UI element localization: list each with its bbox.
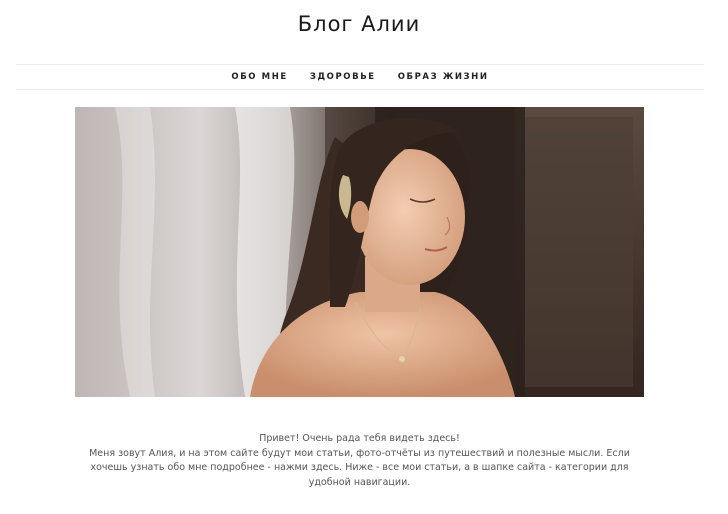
nav-item-health[interactable]: ЗДОРОВЬЕ bbox=[310, 72, 376, 82]
main-nav: ОБО МНЕ ЗДОРОВЬЕ ОБРАЗ ЖИЗНИ bbox=[16, 64, 704, 90]
intro-greeting: Привет! Очень рада тебя видеть здесь! bbox=[259, 433, 460, 444]
intro-text: Привет! Очень рада тебя видеть здесь! Ме… bbox=[75, 432, 644, 490]
portrait-photo bbox=[75, 107, 644, 397]
nav-item-lifestyle[interactable]: ОБРАЗ ЖИЗНИ bbox=[398, 72, 489, 82]
site-header: Блог Алии bbox=[0, 0, 728, 64]
nav-item-about[interactable]: ОБО МНЕ bbox=[231, 72, 287, 82]
hero-image bbox=[75, 107, 644, 397]
site-title[interactable]: Блог Алии bbox=[0, 10, 718, 38]
intro-body: Меня зовут Алия, и на этом сайте будут м… bbox=[89, 447, 630, 488]
